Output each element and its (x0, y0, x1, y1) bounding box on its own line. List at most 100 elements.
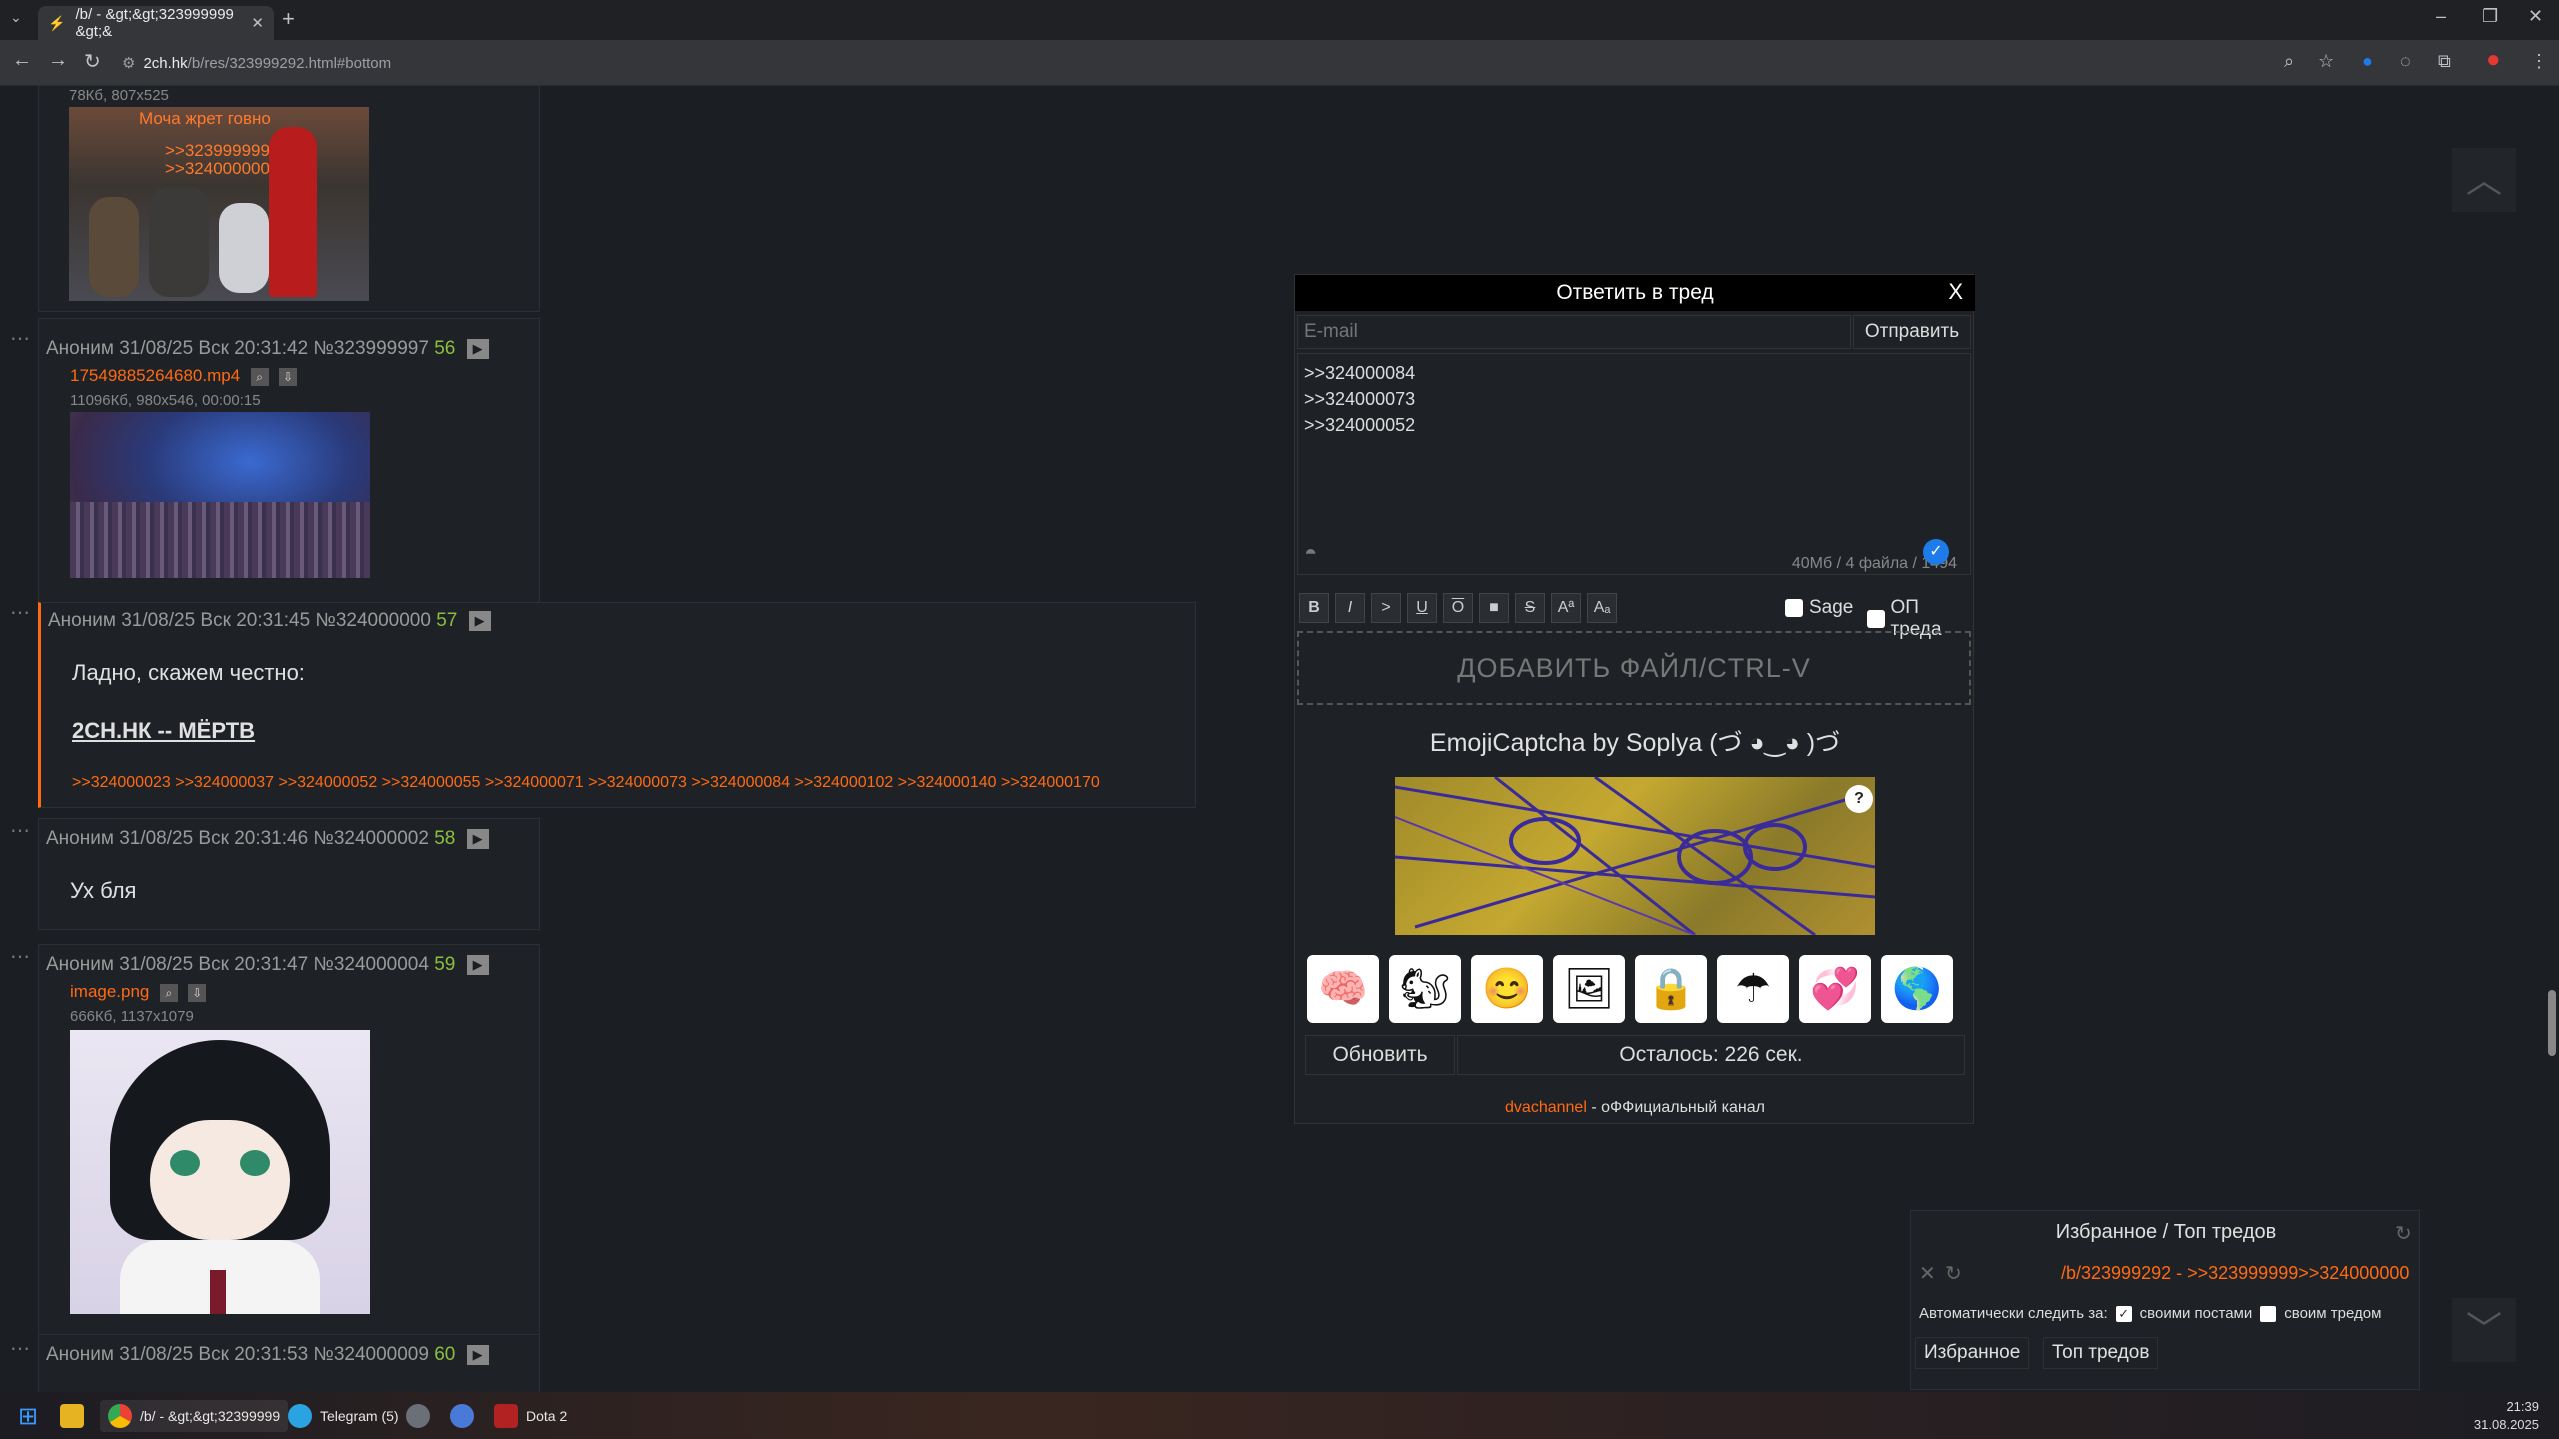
reply-links[interactable]: >>324000023 >>324000037 >>324000052 >>32… (72, 774, 1100, 792)
favorite-thread-link[interactable]: /b/323999292 - >>323999999>>324000000 (2061, 1263, 2409, 1284)
reply-form-close-button[interactable]: X (1948, 279, 1963, 305)
captcha-help-button[interactable]: ? (1845, 785, 1873, 813)
new-tab-button[interactable]: + (282, 6, 295, 32)
post-id[interactable]: №324000000 (315, 610, 430, 631)
play-icon[interactable]: ▶ (466, 1344, 489, 1365)
send-button[interactable]: Отправить (1853, 315, 1971, 349)
browser-tab[interactable]: ⚡ /b/ - &gt;&gt;323999999 &gt;& ✕ (38, 6, 274, 40)
italic-button[interactable]: I (1335, 593, 1365, 623)
superscript-button[interactable]: Aª (1551, 593, 1581, 623)
textarea-line: >>324000084 (1304, 363, 1416, 383)
taskbar-app[interactable] (406, 1400, 430, 1432)
squirrel-icon[interactable]: 🐿 (1389, 955, 1461, 1023)
overline-button[interactable]: O (1443, 593, 1473, 623)
post-id[interactable]: №324000009 (313, 1344, 428, 1365)
own-posts-checkbox[interactable]: ✓ (2115, 1305, 2132, 1322)
hearts-icon[interactable]: 💞 (1799, 955, 1871, 1023)
tab-search-icon[interactable]: ⌄ (10, 9, 22, 26)
bold-button[interactable]: B (1299, 593, 1329, 623)
download-icon[interactable]: ⇩ (188, 984, 207, 1002)
thumbnail-image[interactable]: Моча жрет говно >>323999999 >>324000000 (69, 107, 369, 301)
play-icon[interactable]: ▶ (466, 954, 489, 975)
own-thread-checkbox[interactable] (2260, 1305, 2277, 1322)
sage-checkbox[interactable]: Sage (1785, 597, 1853, 619)
file-name-link[interactable]: 17549885264680.mp4 (70, 366, 240, 385)
underline-button[interactable]: U (1407, 593, 1437, 623)
post-menu-icon[interactable]: ⋯ (10, 818, 31, 843)
framed-picture-icon[interactable]: 🖼 (1553, 955, 1625, 1023)
strike-button[interactable]: S (1515, 593, 1545, 623)
menu-kebab-icon[interactable]: ⋮ (2530, 51, 2548, 72)
post-menu-icon[interactable]: ⋯ (10, 1336, 31, 1361)
play-icon[interactable]: ▶ (468, 610, 491, 631)
sticker-icon[interactable]: ◓ (1304, 540, 1317, 566)
lock-icon[interactable]: 🔒 (1635, 955, 1707, 1023)
post-partial: 78Кб, 807x525 Моча жрет говно >>32399999… (38, 86, 540, 312)
forward-icon[interactable]: → (48, 49, 68, 72)
play-icon[interactable]: ▶ (466, 828, 489, 849)
checkbox-box[interactable] (1867, 610, 1885, 628)
post-id[interactable]: №323999997 (313, 338, 428, 359)
smiley-icon[interactable]: 😊 (1471, 955, 1543, 1023)
tab-close-icon[interactable]: ✕ (251, 14, 264, 32)
profile-avatar-icon[interactable]: ● (2486, 46, 2501, 74)
minimize-button[interactable]: – (2436, 6, 2446, 27)
start-button[interactable]: ⊞ (18, 1400, 38, 1432)
scrollbar-thumb[interactable] (2548, 990, 2556, 1056)
brain-icon[interactable]: 🧠 (1307, 955, 1379, 1023)
search-icon[interactable]: ⌕ (250, 368, 269, 386)
download-icon[interactable]: ⇩ (279, 368, 298, 386)
post-menu-icon[interactable]: ⋯ (10, 326, 31, 351)
favorites-title[interactable]: Избранное / Топ тредов (1911, 1221, 2421, 1244)
captcha-noise (1395, 777, 1875, 935)
post-id[interactable]: №324000004 (313, 954, 428, 975)
post-id[interactable]: №324000002 (313, 828, 428, 849)
refresh-icon[interactable]: ↻ (1945, 1261, 1962, 1286)
site-info-icon[interactable]: ⚙ (122, 54, 135, 72)
checkbox-box[interactable] (1785, 599, 1803, 617)
taskbar-chrome[interactable]: /b/ - &gt;&gt;32399999 (100, 1400, 289, 1432)
restore-button[interactable]: ❐ (2482, 6, 2498, 27)
email-field[interactable] (1297, 315, 1851, 349)
remove-icon[interactable]: ✕ (1919, 1261, 1936, 1286)
add-file-dropzone[interactable]: ДОБАВИТЬ ФАЙЛ/CTRL-V (1297, 631, 1971, 705)
spoiler-button[interactable]: ■ (1479, 593, 1509, 623)
taskbar-dota[interactable]: Dota 2 (494, 1400, 567, 1432)
play-icon[interactable]: ▶ (466, 338, 489, 359)
bookmark-star-icon[interactable]: ☆ (2318, 51, 2334, 72)
extensions-puzzle-icon[interactable]: ⧉ (2438, 51, 2451, 72)
taskbar-app[interactable] (450, 1400, 474, 1432)
umbrella-icon[interactable]: ☂ (1717, 955, 1789, 1023)
video-thumbnail[interactable] (70, 412, 370, 578)
zoom-icon[interactable]: ⌕ (2284, 51, 2294, 72)
reload-icon[interactable]: ↻ (84, 49, 101, 74)
url-field[interactable]: ⚙ 2ch.hk/b/res/323999292.html#bottom (122, 49, 391, 77)
channel-link[interactable]: dvachannel (1505, 1099, 1587, 1116)
taskbar-explorer[interactable] (60, 1400, 84, 1432)
scroll-up-button[interactable]: ︿ (2452, 148, 2516, 212)
system-clock[interactable]: 21:39 31.08.2025 (2474, 1398, 2539, 1434)
scroll-down-button[interactable]: ﹀ (2452, 1298, 2516, 1362)
refresh-icon[interactable]: ↻ (2395, 1221, 2412, 1246)
anime-image-thumbnail[interactable] (70, 1030, 370, 1314)
search-icon[interactable]: ⌕ (159, 984, 178, 1002)
dota-icon (494, 1404, 518, 1428)
back-icon[interactable]: ← (12, 49, 32, 72)
page-scrollbar[interactable] (2545, 86, 2559, 1392)
captcha-refresh-button[interactable]: Обновить (1305, 1035, 1455, 1075)
tab-favorites[interactable]: Избранное (1915, 1337, 2030, 1369)
taskbar-telegram[interactable]: Telegram (5) (288, 1400, 399, 1432)
extension-blue-icon[interactable]: ● (2362, 51, 2373, 72)
post-menu-icon[interactable]: ⋯ (10, 600, 31, 625)
subscript-button[interactable]: Aₐ (1587, 593, 1617, 623)
post-menu-icon[interactable]: ⋯ (10, 944, 31, 969)
file-name-link[interactable]: image.png (70, 982, 149, 1001)
tab-top-threads[interactable]: Топ тредов (2043, 1337, 2159, 1369)
message-textarea[interactable]: >>324000084 >>324000073 >>324000052 ◓ (1297, 353, 1971, 575)
checkmark-icon[interactable]: ✓ (1923, 539, 1949, 565)
extension-icon[interactable]: ◌ (2400, 51, 2411, 72)
quote-button[interactable]: > (1371, 593, 1401, 623)
globe-icon[interactable]: 🌎 (1881, 955, 1953, 1023)
reply-form-title[interactable]: Ответить в тред (1295, 275, 1975, 311)
window-close-button[interactable]: ✕ (2528, 6, 2543, 27)
